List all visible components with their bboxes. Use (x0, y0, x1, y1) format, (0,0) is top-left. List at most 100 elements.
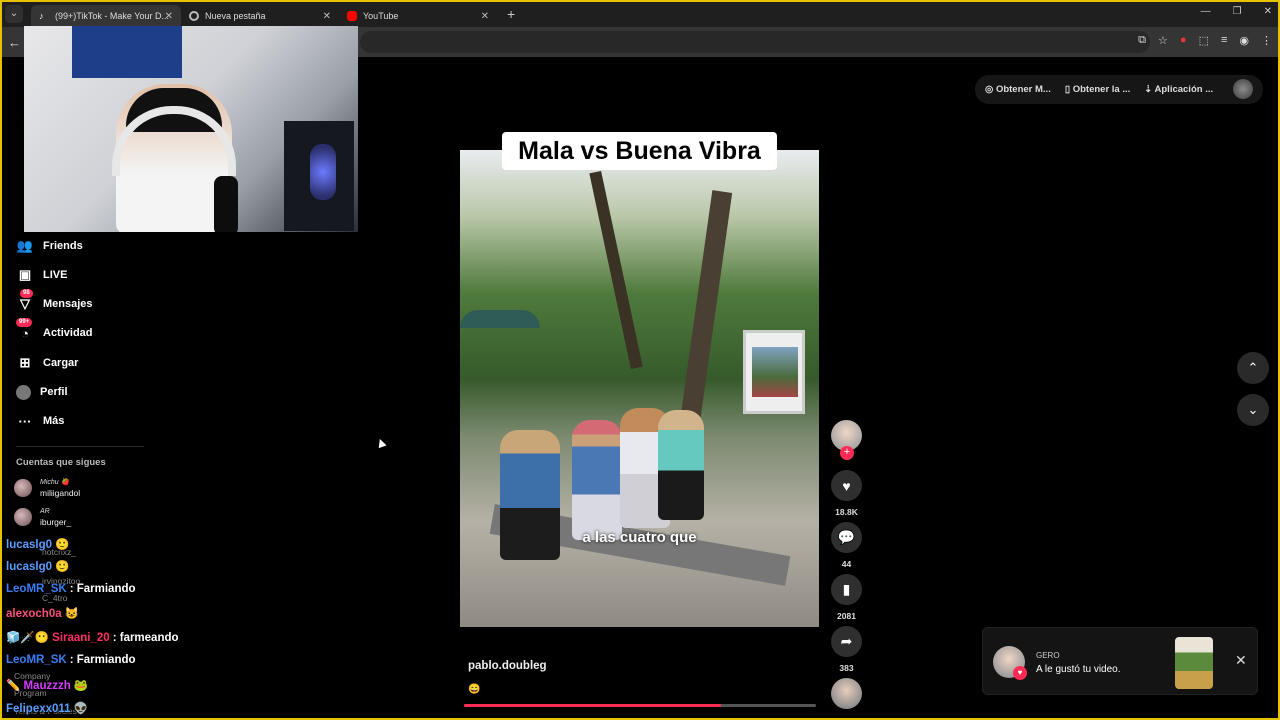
get-coins-button[interactable]: ◎ Obtener M... (985, 84, 1051, 95)
chat-username: 🧊🗡️😶 Siraani_20 (6, 632, 110, 644)
sidebar-item-profile[interactable]: Perfil (16, 382, 68, 402)
previous-video-button[interactable]: ⌃ (1237, 352, 1269, 384)
kebab-menu-icon[interactable]: ⋮ (1261, 34, 1272, 47)
close-window-button[interactable]: ✕ (1264, 6, 1272, 17)
close-icon[interactable]: ✕ (165, 11, 173, 22)
back-arrow-icon[interactable]: ← (8, 35, 21, 50)
video-progress-fill (464, 704, 721, 707)
get-coins-label: Obtener M... (995, 84, 1051, 95)
live-icon: ▣ (18, 267, 32, 282)
browser-tab-bar: ⌄ ♪ (99+)TikTok - Make Your D... ✕ Nueva… (0, 0, 1280, 27)
messages-icon: ▽ 98 (16, 289, 34, 313)
save-button[interactable]: ▮ (831, 574, 862, 605)
avatar (14, 508, 32, 526)
activity-badge: 99+ (16, 318, 33, 327)
tab-label: YouTube (363, 11, 399, 21)
desktop-app-button[interactable]: ⇣ Aplicación ... (1144, 84, 1213, 95)
sidebar-divider (16, 446, 144, 447)
chat-message: LeoMR_SK: Farmiando (6, 583, 136, 595)
sidebar-item-label: LIVE (43, 269, 68, 281)
upload-icon: ⊞ (19, 355, 31, 370)
chat-message: LeoMR_SK: Farmiando (6, 654, 136, 666)
save-count: 2081 (837, 611, 856, 621)
sidebar-item-label: Cargar (43, 357, 79, 369)
chat-text: 🙂 (55, 539, 70, 551)
sidebar-item-label: Actividad (43, 327, 93, 339)
header-actions: ◎ Obtener M... ▯ Obtener la ... ⇣ Aplica… (975, 75, 1263, 104)
streamer-webcam (24, 26, 358, 232)
chevron-down-icon: ⌄ (1247, 402, 1259, 417)
chat-message: lucaslg0 🙂 (6, 537, 69, 551)
chat-text: : farmeando (112, 632, 179, 644)
notification-message: A le gustó tu video. (1036, 664, 1121, 675)
profile-icon[interactable]: ◉ (1239, 34, 1249, 47)
sidebar-item-upload[interactable]: ⊞ Cargar (16, 353, 79, 373)
bookmark-star-icon[interactable]: ☆ (1158, 34, 1168, 47)
chat-text-content: Farmiando (76, 654, 136, 666)
video-author[interactable]: pablo.doubleg (468, 660, 547, 672)
sidebar-item-activity[interactable]: ◔ 99+ Actividad (16, 318, 93, 343)
minimize-button[interactable]: — (1201, 6, 1211, 17)
following-title: Cuentas que sigues (16, 457, 106, 468)
restore-button[interactable]: ❐ (1233, 6, 1242, 17)
notification-user: GERO (1036, 651, 1060, 660)
chat-message: ✏️ Mauzzzh 🐸 (6, 678, 88, 692)
install-app-icon[interactable]: ⧉ (1138, 34, 1146, 47)
share-button[interactable]: ➦ (831, 626, 862, 657)
chat-username: alexoch0a (6, 608, 62, 620)
extension-red-icon[interactable]: ● (1180, 34, 1187, 47)
comment-button[interactable]: 💬 (831, 522, 862, 553)
tab-search-icon[interactable]: ⌄ (5, 4, 23, 23)
tab-youtube[interactable]: YouTube ✕ (339, 5, 497, 27)
following-account[interactable]: Michu 🍓 miliigandol (14, 478, 80, 498)
heart-icon: ♥ (842, 477, 851, 494)
chat-text: : Farmiando (69, 583, 136, 595)
profile-avatar-icon (16, 384, 31, 400)
tab-new-tab[interactable]: Nueva pestaña ✕ (181, 5, 339, 27)
following-account[interactable]: AR iburger_ (14, 507, 71, 527)
more-icon: ··· (18, 413, 32, 429)
media-control-icon[interactable]: ≡ (1221, 34, 1227, 47)
video-umbrella (460, 310, 540, 328)
like-button[interactable]: ♥ (831, 470, 862, 501)
close-icon[interactable]: ✕ (1235, 652, 1247, 669)
close-icon[interactable]: ✕ (481, 11, 489, 22)
chat-message: lucaslg0 🙂 (6, 559, 69, 573)
chrome-favicon-icon (189, 11, 199, 21)
extensions-puzzle-icon[interactable]: ⬚ (1199, 34, 1209, 47)
new-tab-button[interactable]: + (507, 6, 515, 22)
next-video-button[interactable]: ⌄ (1237, 394, 1269, 426)
heart-icon: ♥ (1013, 666, 1027, 680)
download-icon: ⇣ (1144, 84, 1155, 95)
account-handle: miliigandol (40, 488, 81, 498)
video-signboard (743, 330, 805, 414)
video-person (658, 410, 704, 520)
webcam-tv (72, 26, 182, 78)
sidebar-item-more[interactable]: ··· Más (16, 411, 65, 431)
video-player[interactable] (460, 150, 819, 627)
chat-username: ✏️ Mauzzzh (6, 680, 71, 692)
chat-message: alexoch0a 😺 (6, 606, 79, 620)
mouse-cursor-icon: ▲ (371, 432, 391, 452)
webcam-pc-fan (310, 144, 336, 200)
chat-text: 👽 (73, 703, 88, 715)
bookmark-icon: ▮ (842, 581, 851, 597)
sidebar-item-friends[interactable]: 👥 Friends (16, 236, 83, 256)
url-input[interactable] (360, 31, 1150, 53)
sidebar-item-label: Mensajes (43, 298, 93, 310)
tab-tiktok[interactable]: ♪ (99+)TikTok - Make Your D... ✕ (31, 5, 181, 27)
account-display-name: Michu 🍓 (40, 479, 70, 486)
chat-username: LeoMR_SK (6, 654, 67, 666)
sidebar-item-live[interactable]: ▣ LIVE (16, 265, 68, 285)
user-avatar[interactable] (1233, 79, 1253, 99)
sidebar-item-messages[interactable]: ▽ 98 Mensajes (16, 289, 93, 314)
music-disc-avatar[interactable] (831, 678, 862, 709)
youtube-favicon-icon (347, 11, 357, 21)
close-icon[interactable]: ✕ (323, 11, 331, 22)
chat-text: 🐸 (73, 680, 89, 692)
notification-toast[interactable]: ♥ GERO A le gustó tu video. ✕ (982, 627, 1258, 695)
follow-plus-icon[interactable]: + (840, 446, 854, 460)
get-app-button[interactable]: ▯ Obtener la ... (1065, 84, 1130, 95)
video-progress-bar[interactable] (464, 704, 816, 707)
notification-video-thumbnail[interactable] (1175, 637, 1213, 689)
